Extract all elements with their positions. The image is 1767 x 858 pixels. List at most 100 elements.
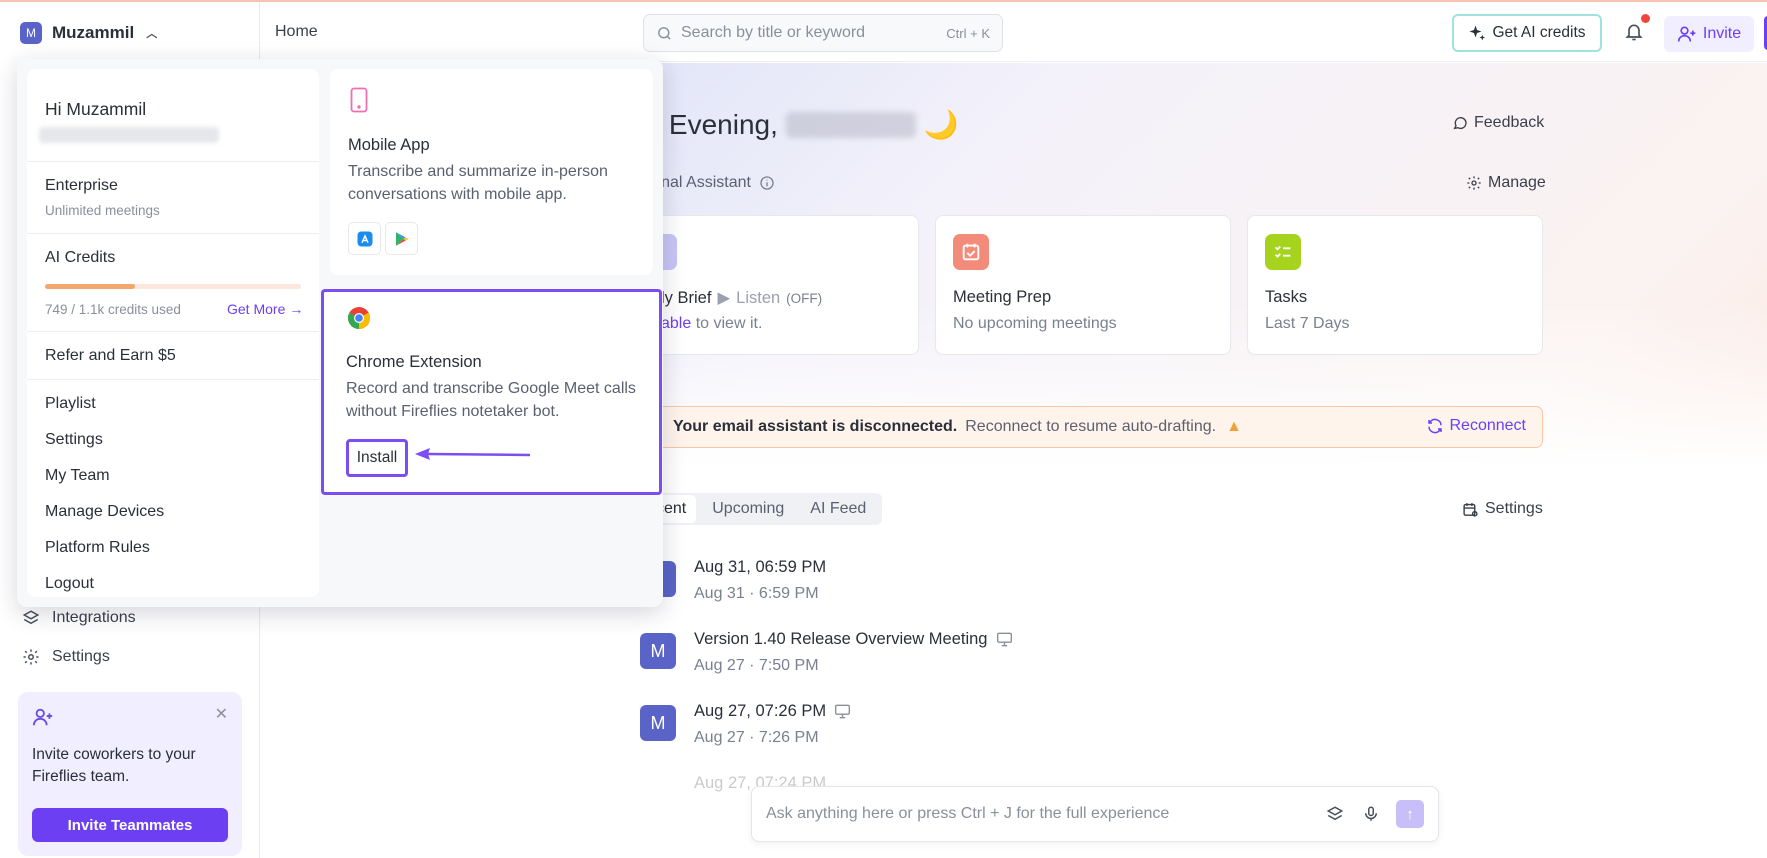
- notification-badge: [1641, 14, 1650, 23]
- moon-icon: 🌙: [923, 109, 959, 140]
- chevron-up-icon: ︿: [146, 28, 158, 40]
- meeting-prep-card[interactable]: Meeting Prep No upcoming meetings: [935, 215, 1231, 355]
- meeting-title-text: Aug 31, 06:59 PM: [694, 558, 827, 576]
- chrome-icon: [348, 307, 370, 329]
- gear-icon: [23, 649, 39, 665]
- plan-name: Enterprise: [45, 177, 118, 194]
- meeting-tabs: cent Upcoming AI Feed: [640, 493, 883, 525]
- sidebar-item-label: Settings: [52, 648, 110, 665]
- sidebar-item-integrations[interactable]: Integrations: [22, 609, 136, 627]
- sidebar-item-settings[interactable]: Settings: [22, 648, 110, 666]
- credits-used: 749 / 1.1k credits used: [45, 302, 181, 317]
- search-input[interactable]: Search by title or keyword Ctrl + K: [643, 14, 1003, 52]
- menu-item-manage-devices[interactable]: Manage Devices: [45, 503, 164, 521]
- menu-item-logout[interactable]: Logout: [45, 575, 94, 593]
- meeting-title-text: Aug 27, 07:26 PM: [694, 702, 827, 720]
- blurred-email: [39, 127, 219, 143]
- email-disconnected-alert: Your email assistant is disconnected. Re…: [640, 406, 1543, 448]
- mobile-app-title: Mobile App: [348, 136, 430, 154]
- layers-icon[interactable]: [1324, 803, 1346, 825]
- divider: [27, 233, 319, 234]
- card-title: ly Brief ▶ Listen (OFF): [661, 288, 822, 308]
- daily-brief-card[interactable]: ly Brief ▶ Listen (OFF) able to view it.: [640, 215, 919, 355]
- reconnect-button[interactable]: Reconnect: [1426, 417, 1527, 435]
- sparkle-icon: [1469, 25, 1486, 41]
- menu-item-settings[interactable]: Settings: [45, 431, 103, 449]
- meeting-title: Aug 31, 06:59 PM: [694, 558, 826, 577]
- card-title: Tasks: [1265, 288, 1308, 306]
- card-subtitle-rest: to view it.: [695, 315, 763, 332]
- notifications-button[interactable]: [1624, 14, 1650, 48]
- card-link[interactable]: able: [661, 315, 691, 332]
- mobile-app-description: Transcribe and summarize in-person conve…: [348, 163, 608, 203]
- card-subtitle: No upcoming meetings: [953, 315, 1117, 332]
- sidebar-item-label: Integrations: [52, 609, 136, 626]
- close-icon[interactable]: ✕: [215, 704, 228, 724]
- get-more-link[interactable]: Get More →: [227, 301, 303, 317]
- layers-icon: [22, 610, 40, 625]
- listen-status: (OFF): [786, 290, 823, 306]
- manage-label: Manage: [1488, 174, 1546, 191]
- google-play-icon[interactable]: [385, 222, 418, 255]
- meeting-date: Aug 27 · 7:50 PM: [694, 657, 819, 674]
- search-placeholder: Search by title or keyword: [681, 24, 866, 41]
- manage-button[interactable]: Manage: [1466, 174, 1546, 192]
- chat-bubble-icon: [1453, 117, 1467, 130]
- refresh-icon: [1427, 418, 1442, 434]
- divider: [27, 331, 319, 332]
- credits-progress-fill: [45, 284, 135, 289]
- ask-input[interactable]: Ask anything here or press Ctrl + J for …: [751, 786, 1439, 842]
- tab-ai-feed[interactable]: AI Feed: [800, 495, 876, 523]
- meeting-date: Aug 27 · 7:26 PM: [694, 729, 819, 746]
- workspace-name: Muzammil: [52, 23, 135, 42]
- tab-upcoming[interactable]: Upcoming: [702, 495, 794, 523]
- calendar-settings-icon: [1463, 502, 1478, 517]
- chrome-extension-card: Chrome Extension Record and transcribe G…: [321, 289, 662, 495]
- tasks-card[interactable]: Tasks Last 7 Days: [1247, 215, 1543, 355]
- get-ai-credits-label: Get AI credits: [1492, 24, 1586, 41]
- chrome-extension-title: Chrome Extension: [346, 353, 482, 371]
- info-icon[interactable]: [759, 175, 775, 191]
- meeting-title: Aug 27, 07:26 PM: [694, 702, 851, 721]
- refer-and-earn-link[interactable]: Refer and Earn $5: [45, 347, 176, 365]
- plan-subtitle: Unlimited meetings: [45, 203, 160, 218]
- menu-item-my-team[interactable]: My Team: [45, 467, 110, 485]
- send-button[interactable]: ↑: [1396, 800, 1424, 828]
- account-dropdown: Hi Muzammil Enterprise Unlimited meeting…: [17, 59, 663, 607]
- calendar-check-icon: [953, 234, 989, 270]
- reconnect-label: Reconnect: [1449, 417, 1527, 434]
- divider: [27, 161, 319, 162]
- mobile-app-card: Mobile App Transcribe and summarize in-p…: [330, 69, 653, 275]
- meeting-title-text: Version 1.40 Release Overview Meeting: [694, 630, 988, 648]
- card-subtitle: Last 7 Days: [1265, 315, 1350, 332]
- listen-label[interactable]: Listen: [736, 289, 780, 308]
- divider: [27, 379, 319, 380]
- ask-placeholder: Ask anything here or press Ctrl + J for …: [766, 805, 1170, 822]
- get-ai-credits-button[interactable]: Get AI credits: [1452, 14, 1602, 52]
- bell-icon: [1625, 24, 1643, 41]
- avatar: M: [640, 633, 676, 669]
- card-subtitle: able to view it.: [661, 315, 762, 333]
- blurred-username: [785, 111, 916, 138]
- account-greeting: Hi Muzammil: [45, 99, 147, 119]
- add-user-icon: [32, 708, 53, 726]
- install-button[interactable]: Install: [346, 439, 408, 477]
- alert-message: Reconnect to resume auto-drafting.: [965, 418, 1217, 435]
- workspace-switcher[interactable]: M Muzammil ︿: [20, 22, 157, 44]
- search-shortcut: Ctrl + K: [946, 25, 990, 41]
- app-store-icon[interactable]: [348, 222, 381, 255]
- microphone-icon[interactable]: [1360, 803, 1382, 825]
- menu-item-platform-rules[interactable]: Platform Rules: [45, 539, 150, 557]
- gear-icon: [1467, 176, 1481, 190]
- mobile-phone-icon: [350, 87, 368, 113]
- invite-button[interactable]: Invite: [1664, 16, 1754, 52]
- card-title: Meeting Prep: [953, 288, 1052, 306]
- menu-item-playlist[interactable]: Playlist: [45, 395, 96, 413]
- invite-teammates-button[interactable]: Invite Teammates: [32, 808, 228, 842]
- play-icon[interactable]: ▶: [717, 288, 730, 308]
- account-panel: Hi Muzammil Enterprise Unlimited meeting…: [27, 69, 319, 597]
- breadcrumb[interactable]: Home: [275, 23, 318, 41]
- feedback-button[interactable]: Feedback: [1452, 114, 1544, 132]
- meeting-title: Version 1.40 Release Overview Meeting: [694, 630, 1013, 649]
- meetings-settings-button[interactable]: Settings: [1462, 500, 1543, 518]
